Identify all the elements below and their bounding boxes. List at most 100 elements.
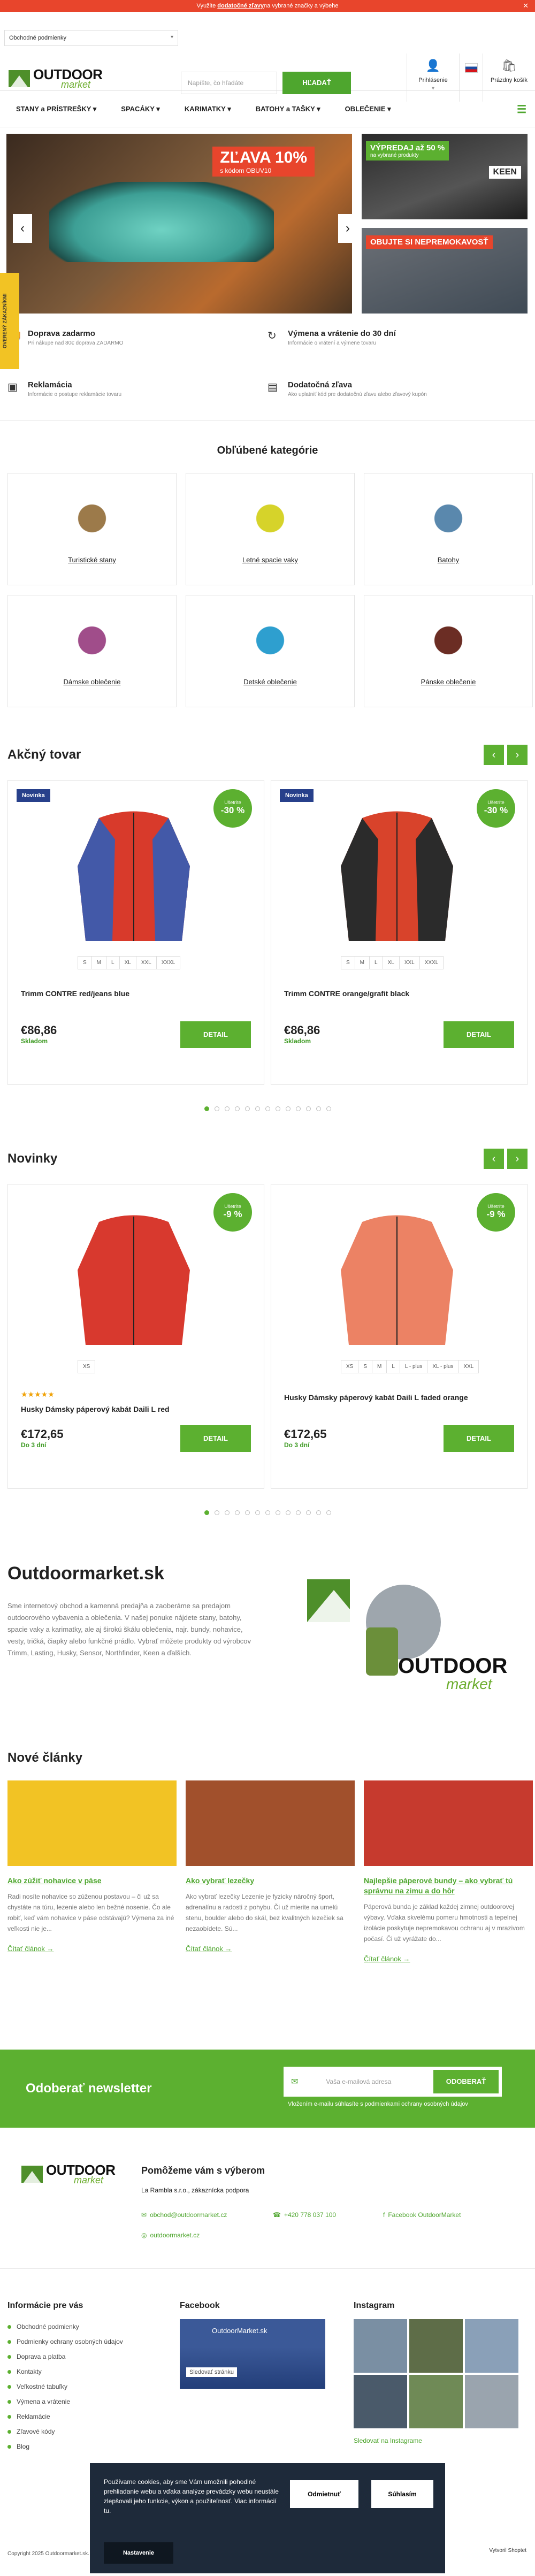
conditions-select[interactable]: Obchodné podmienky ▾	[4, 30, 178, 46]
category-label[interactable]: Pánske oblečenie	[364, 678, 532, 686]
usp-item[interactable]: 🚚Doprava zadarmoPri nákupe nad 80€ dopra…	[7, 329, 268, 370]
product-card[interactable]: Novinka Ušetríte -30 % S M L XL XXL XXXL Trimm…	[7, 780, 264, 1085]
newsletter-email-input[interactable]: Vaša e-mailová adresa	[326, 2078, 433, 2085]
hero-main-banner[interactable]: ZĽAVA 10% s kódom OBUV10 ‹ ›	[6, 134, 352, 314]
detail-button[interactable]: DETAIL	[180, 1425, 251, 1452]
category-label[interactable]: Turistické stany	[8, 556, 176, 564]
footer-link[interactable]: Reklamácie	[7, 2409, 180, 2424]
logo[interactable]: OUTDOOR market	[9, 67, 103, 89]
category-label[interactable]: Detské oblečenie	[186, 678, 354, 686]
contact-web[interactable]: ◎ outdoormarket.cz	[141, 2231, 200, 2239]
instagram-photo[interactable]	[465, 2375, 518, 2428]
article-read-more[interactable]: Čítať článok →	[364, 1955, 533, 1963]
pagination-dot[interactable]	[275, 1106, 280, 1111]
pagination-dot[interactable]	[316, 1510, 321, 1515]
pagination-dot[interactable]	[326, 1106, 331, 1111]
pagination-dot[interactable]	[234, 1510, 240, 1515]
article-image[interactable]	[186, 1780, 355, 1866]
category-label[interactable]: Letné spacie vaky	[186, 556, 354, 564]
footer-link[interactable]: Veľkostné tabuľky	[7, 2379, 180, 2394]
hamburger-menu-icon[interactable]: ☰	[517, 103, 526, 116]
category-card[interactable]: Dámske oblečenie	[7, 595, 177, 707]
size-option[interactable]: L	[370, 957, 383, 969]
product-name[interactable]: Husky Dámsky páperový kabát Daili L red	[21, 1405, 170, 1413]
pagination-dot[interactable]	[285, 1510, 291, 1515]
chevron-left-icon[interactable]: ‹	[13, 214, 32, 243]
detail-button[interactable]: DETAIL	[180, 1021, 251, 1048]
product-card[interactable]: Ušetríte -9 % XS ★★★★★ Husky Dámsky páper…	[7, 1184, 264, 1489]
category-label[interactable]: Dámske oblečenie	[8, 678, 176, 686]
pagination-dot[interactable]	[234, 1106, 240, 1111]
size-option[interactable]: L	[387, 1360, 400, 1373]
sale-banner[interactable]: VÝPREDAJ až 50 % na vybrané produkty KEEN	[362, 134, 528, 219]
size-option[interactable]: M	[372, 1360, 387, 1373]
article-title[interactable]: Najlepšie páperové bundy – ako vybrať tú…	[364, 1876, 533, 1896]
product-card[interactable]: Ušetríte -9 % XS S M L L - plus XL - plus XXL H…	[271, 1184, 528, 1489]
article-read-more[interactable]: Čítať článok →	[7, 1945, 177, 1953]
pagination-dot[interactable]	[255, 1106, 260, 1111]
nav-item-oblecenie[interactable]: OBLEČENIE ▾	[345, 105, 391, 113]
size-option[interactable]: XXL	[136, 957, 157, 969]
cookie-settings-button[interactable]: Nastavenie	[104, 2542, 173, 2564]
footer-link[interactable]: Kontakty	[7, 2364, 180, 2379]
instagram-photo[interactable]	[409, 2375, 463, 2428]
waterproof-banner[interactable]: OBUJTE SI NEPREMOKAVOSŤ	[362, 228, 528, 314]
article-title[interactable]: Ako zúžiť nohavice v páse	[7, 1876, 177, 1886]
close-icon[interactable]: ✕	[523, 2, 529, 10]
chevron-right-icon[interactable]: ›	[338, 214, 352, 243]
pagination-dot[interactable]	[224, 1106, 230, 1111]
category-card[interactable]: Pánske oblečenie	[364, 595, 533, 707]
pagination-dot[interactable]	[265, 1106, 270, 1111]
usp-item[interactable]: ▣ Reklamácia Informácie o postupe reklamác…	[7, 380, 268, 421]
article-title[interactable]: Ako vybrať lezečky	[186, 1876, 355, 1886]
size-option[interactable]: S	[341, 957, 355, 969]
size-option[interactable]: S	[78, 957, 92, 969]
pagination-dot[interactable]	[305, 1106, 311, 1111]
product-name[interactable]: Trimm CONTRE red/jeans blue	[21, 989, 129, 998]
pagination-dot[interactable]	[204, 1106, 209, 1111]
size-option[interactable]: M	[355, 957, 370, 969]
category-card[interactable]: Detské oblečenie	[186, 595, 355, 707]
category-card[interactable]: Batohy	[364, 473, 533, 585]
pagination-dot[interactable]	[285, 1106, 291, 1111]
detail-button[interactable]: DETAIL	[444, 1021, 514, 1048]
nav-item-karimatky[interactable]: KARIMATKY ▾	[185, 105, 231, 113]
contact-phone[interactable]: ☎ +420 778 037 100	[273, 2211, 336, 2219]
pagination-dot[interactable]	[214, 1106, 219, 1111]
footer-link[interactable]: Zľavové kódy	[7, 2424, 180, 2439]
fb-like-button[interactable]: Sledovať stránku	[186, 2367, 238, 2377]
product-card[interactable]: Novinka Ušetríte -30 % S M L XL XXL XXXL Trimm…	[271, 780, 528, 1085]
pagination-dot[interactable]	[204, 1510, 209, 1515]
instagram-photo[interactable]	[354, 2375, 407, 2428]
pagination-dot[interactable]	[316, 1106, 321, 1111]
pagination-dot[interactable]	[265, 1510, 270, 1515]
product-name[interactable]: Husky Dámsky páperový kabát Daili L fade…	[284, 1393, 468, 1402]
chevron-left-icon[interactable]: ‹	[484, 745, 504, 765]
contact-facebook[interactable]: f Facebook OutdoorMarket	[383, 2211, 461, 2219]
pagination-dot[interactable]	[214, 1510, 219, 1515]
footer-link[interactable]: Podmienky ochrany osobných údajov	[7, 2334, 180, 2349]
size-option[interactable]: S	[358, 1360, 373, 1373]
verified-badge[interactable]: OVERENÝ ZÁKAZNÍKMI	[0, 273, 19, 369]
pagination-dot[interactable]	[326, 1510, 331, 1515]
size-option[interactable]: XL - plus	[427, 1360, 459, 1373]
footer-link[interactable]: Blog	[7, 2439, 180, 2454]
category-card[interactable]: Letné spacie vaky	[186, 473, 355, 585]
made-by-link[interactable]: Vytvoril Shoptet	[489, 2548, 526, 2554]
size-option[interactable]: M	[92, 957, 107, 969]
contact-email[interactable]: ✉ obchod@outdoormarket.cz	[141, 2211, 227, 2219]
footer-logo[interactable]: OUTDOOR market	[21, 2163, 116, 2185]
size-option[interactable]: XXL	[458, 1360, 478, 1373]
instagram-follow-link[interactable]: Sledovať na Instagrame	[354, 2437, 525, 2444]
chevron-right-icon[interactable]: ›	[507, 1149, 528, 1169]
pagination-dot[interactable]	[255, 1510, 260, 1515]
size-option[interactable]: XXL	[400, 957, 420, 969]
size-option[interactable]: XS	[78, 1360, 95, 1373]
usp-item[interactable]: ↻ Výmena a vrátenie do 30 dní Informácie o…	[268, 329, 528, 370]
chevron-left-icon[interactable]: ‹	[484, 1149, 504, 1169]
size-option[interactable]: XXXL	[420, 957, 444, 969]
product-name[interactable]: Trimm CONTRE orange/grafit black	[284, 989, 409, 998]
pagination-dot[interactable]	[295, 1510, 301, 1515]
pagination-dot[interactable]	[295, 1106, 301, 1111]
footer-link[interactable]: Doprava a platba	[7, 2349, 180, 2364]
